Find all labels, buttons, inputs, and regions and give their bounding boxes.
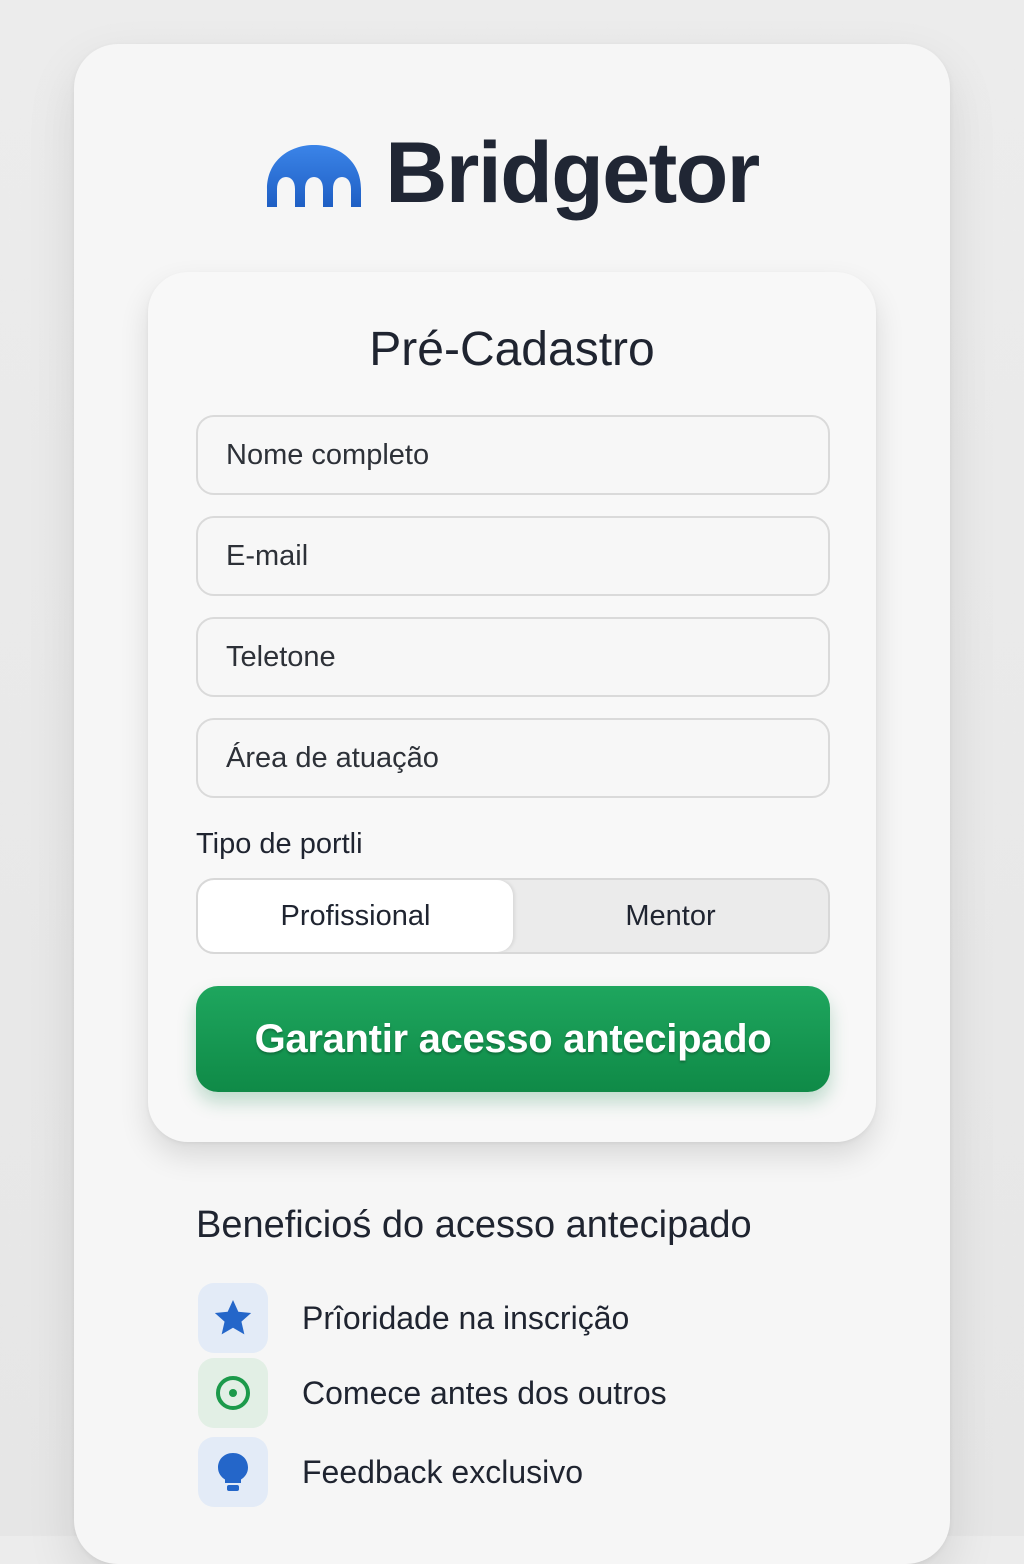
form-title: Pré-Cadastro	[369, 323, 655, 376]
profile-type-toggle: Profissional Mentor	[196, 878, 830, 954]
benefit-item: Feedback exclusivo	[198, 1437, 583, 1507]
pre-registration-card: Pré-Cadastro Nome completo E-mail Teleto…	[148, 272, 876, 1142]
benefit-item: Comece antes dos outros	[198, 1358, 667, 1428]
early-access-button[interactable]: Garantir acesso antecipado	[196, 986, 830, 1092]
area-input[interactable]: Área de atuação	[196, 718, 830, 798]
benefits-title: Beneficioś do acesso antecipado	[196, 1204, 752, 1246]
profile-option-profissional[interactable]: Profissional	[198, 880, 513, 952]
target-icon	[198, 1358, 268, 1428]
brand-header: Bridgetor	[74, 122, 950, 232]
app-screen: Bridgetor Pré-Cadastro Nome completo E-m…	[74, 44, 950, 1564]
benefit-label: Prîoridade na inscrição	[302, 1299, 630, 1336]
bridge-logo-icon	[267, 145, 362, 207]
benefit-label: Feedback exclusivo	[302, 1453, 584, 1490]
brand-name: Bridgetor	[385, 125, 760, 221]
full-name-input[interactable]: Nome completo	[196, 415, 830, 495]
profile-option-mentor[interactable]: Mentor	[513, 880, 828, 952]
profile-type-label: Tipo de portli	[196, 828, 363, 860]
email-input[interactable]: E-mail	[196, 516, 830, 596]
benefit-item: Prîoridade na inscrição	[198, 1283, 629, 1353]
star-icon	[198, 1283, 268, 1353]
benefit-label: Comece antes dos outros	[302, 1374, 667, 1411]
lightbulb-icon	[198, 1437, 268, 1507]
phone-input[interactable]: Teletone	[196, 617, 830, 697]
